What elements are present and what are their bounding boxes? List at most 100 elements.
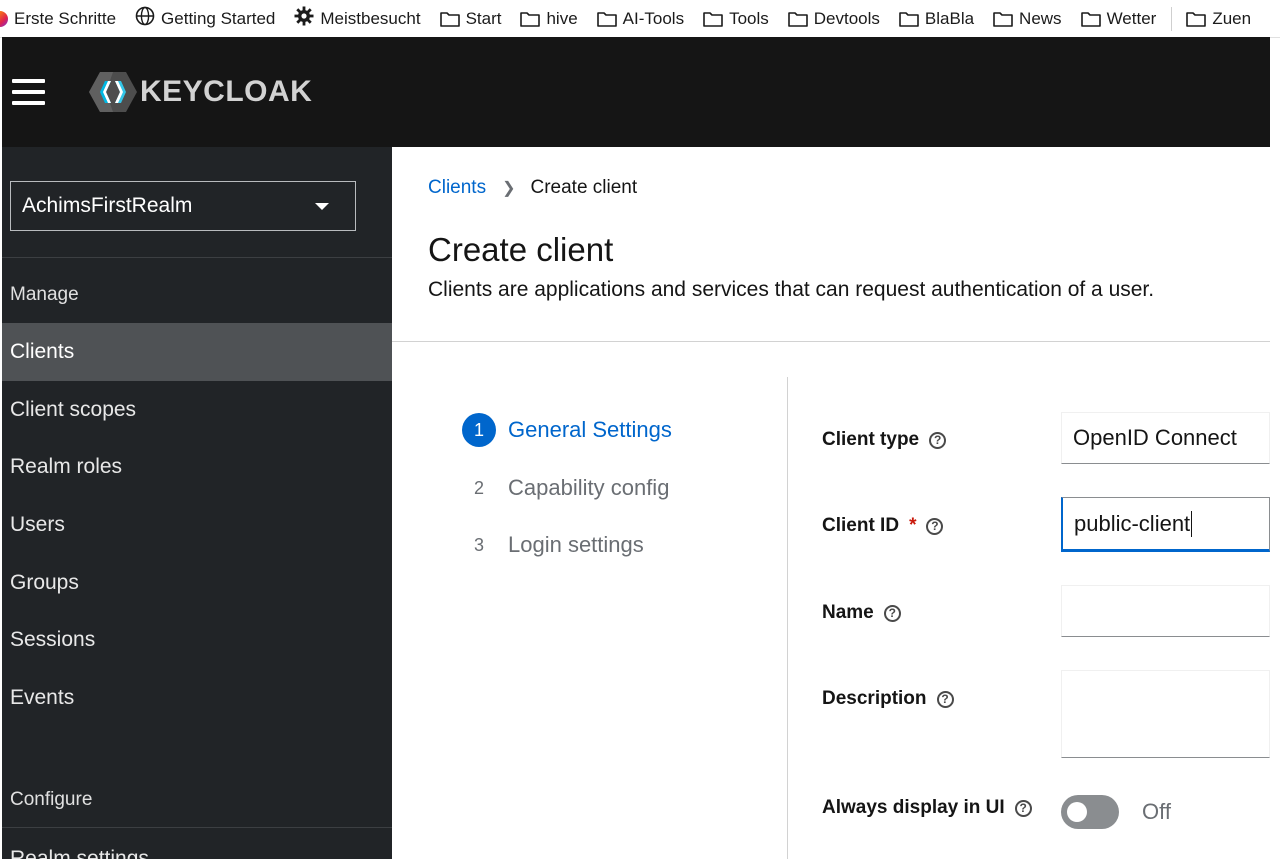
- sidebar-item-groups[interactable]: Groups: [2, 554, 392, 612]
- caret-down-icon: [315, 203, 329, 210]
- folder-icon: [1186, 11, 1207, 27]
- label-text: Name: [822, 602, 874, 623]
- toggle-state-text: Off: [1142, 799, 1171, 824]
- sidebar-item-realm-settings[interactable]: Realm settings: [2, 830, 392, 859]
- required-asterisk: *: [909, 515, 917, 536]
- name-input[interactable]: [1061, 585, 1270, 637]
- wizard-step-login-settings[interactable]: 3 Login settings: [462, 528, 644, 562]
- bookmark-label: Wetter: [1106, 8, 1157, 28]
- bookmark-folder-devtools[interactable]: Devtools: [787, 8, 880, 29]
- label-text: Client ID: [822, 515, 900, 536]
- client-type-label: Client type ?: [822, 429, 947, 451]
- always-display-label: Always display in UI ?: [822, 797, 1032, 819]
- toggle-knob: [1067, 802, 1087, 822]
- bookmark-label: News: [1019, 8, 1062, 28]
- bookmark-folder-tools[interactable]: Tools: [703, 9, 769, 29]
- bookmark-folder-blabla[interactable]: BlaBla: [899, 9, 974, 29]
- bookmark-folder-start[interactable]: Start: [439, 8, 502, 29]
- realm-name: AchimsFirstRealm: [22, 194, 193, 217]
- breadcrumb-link-clients[interactable]: Clients: [428, 177, 486, 199]
- help-icon[interactable]: ?: [883, 604, 901, 622]
- bookmarks-bar: Erste Schritte Getting Started Meistbesu…: [0, 0, 1280, 38]
- sidebar-item-client-scopes[interactable]: Client scopes: [2, 381, 392, 439]
- wizard-step-general-settings[interactable]: 1 General Settings: [462, 413, 672, 447]
- help-icon[interactable]: ?: [936, 690, 954, 708]
- wizard-divider: [787, 377, 788, 859]
- client-id-label: Client ID * ?: [822, 515, 944, 537]
- step-label: Login settings: [508, 532, 644, 557]
- sidebar-item-users[interactable]: Users: [2, 496, 392, 554]
- sidebar-item-realm-roles[interactable]: Realm roles: [2, 438, 392, 496]
- main-content: Clients ❯ Create client Create client Cl…: [392, 147, 1270, 859]
- bookmark-folder-zuen[interactable]: Zuen: [1186, 9, 1251, 29]
- client-type-select[interactable]: OpenID Connect: [1061, 412, 1270, 464]
- always-display-toggle[interactable]: [1061, 795, 1119, 829]
- label-text: Always display in UI: [822, 797, 1005, 818]
- step-number: 3: [473, 534, 484, 555]
- help-icon[interactable]: ?: [926, 517, 944, 535]
- bookmark-label: Start: [465, 8, 502, 28]
- folder-icon: [520, 11, 541, 27]
- step-label: General Settings: [508, 417, 672, 442]
- client-id-input[interactable]: public-client: [1061, 497, 1270, 552]
- bookmark-meistbesucht[interactable]: Meistbesucht: [294, 6, 421, 31]
- folder-icon: [787, 11, 808, 27]
- bookmark-erste-schritte[interactable]: Erste Schritte: [0, 9, 116, 29]
- bookmark-folder-hive[interactable]: hive: [520, 9, 578, 29]
- help-icon[interactable]: ?: [929, 431, 947, 449]
- folder-icon: [899, 11, 919, 27]
- sidebar-item-events[interactable]: Events: [2, 669, 392, 727]
- sidebar-item-sessions[interactable]: Sessions: [2, 611, 392, 669]
- client-id-value: public-client: [1074, 510, 1191, 536]
- realm-selector[interactable]: AchimsFirstRealm: [10, 181, 356, 231]
- header-divider: [392, 341, 1270, 342]
- folder-icon: [993, 11, 1013, 27]
- keycloak-logo[interactable]: KEYCLOAK: [88, 71, 312, 113]
- page-description: Clients are applications and services th…: [428, 278, 1155, 301]
- globe-icon: [135, 6, 155, 31]
- sidebar: AchimsFirstRealm Manage Clients Client s…: [2, 147, 392, 859]
- bookmark-getting-started[interactable]: Getting Started: [135, 6, 275, 31]
- bookmark-label: BlaBla: [924, 8, 975, 28]
- label-text: Client type: [822, 429, 920, 450]
- bookmark-label: Devtools: [813, 8, 880, 28]
- firefox-icon: [0, 10, 8, 27]
- keycloak-logo-icon: [89, 72, 137, 112]
- sidebar-divider: [2, 827, 392, 828]
- bookmark-folder-ai-tools[interactable]: AI-Tools: [596, 8, 685, 29]
- wizard-step-capability-config[interactable]: 2 Capability config: [462, 471, 669, 505]
- section-title-configure: Configure: [10, 789, 93, 810]
- folder-icon: [439, 11, 460, 27]
- sidebar-item-clients[interactable]: Clients: [2, 323, 392, 381]
- bookmark-label: Zuen: [1212, 8, 1252, 28]
- bookmark-label: Meistbesucht: [320, 8, 421, 28]
- label-text: Description: [822, 688, 927, 709]
- folder-icon: [703, 11, 723, 27]
- name-label: Name ?: [822, 602, 901, 624]
- brand-name: KEYCLOAK: [140, 75, 313, 108]
- bookmark-label: Erste Schritte: [14, 8, 117, 28]
- description-textarea[interactable]: [1061, 670, 1270, 758]
- masthead: KEYCLOAK: [2, 37, 1270, 147]
- breadcrumb-current: Create client: [530, 177, 638, 198]
- client-type-value: OpenID Connect: [1073, 425, 1237, 450]
- chevron-right-icon: ❯: [502, 180, 516, 197]
- bookmarks-separator: [1171, 6, 1173, 31]
- gear-icon: [294, 6, 314, 31]
- bookmark-label: AI-Tools: [622, 8, 685, 28]
- breadcrumb: Clients ❯ Create client: [428, 177, 637, 199]
- step-label: Capability config: [508, 475, 670, 500]
- hamburger-menu-icon[interactable]: [12, 79, 45, 105]
- section-title-manage: Manage: [10, 284, 79, 305]
- page-title: Create client: [428, 231, 614, 268]
- bookmark-folder-wetter[interactable]: Wetter: [1080, 8, 1157, 29]
- text-cursor: [1191, 510, 1193, 537]
- sidebar-divider: [2, 257, 392, 258]
- description-label: Description ?: [822, 688, 954, 710]
- step-number: 1: [462, 413, 496, 447]
- folder-icon: [596, 11, 617, 27]
- folder-icon: [1080, 11, 1101, 27]
- bookmark-folder-news[interactable]: News: [993, 9, 1062, 29]
- bookmark-label: Tools: [729, 8, 769, 28]
- help-icon[interactable]: ?: [1014, 799, 1032, 817]
